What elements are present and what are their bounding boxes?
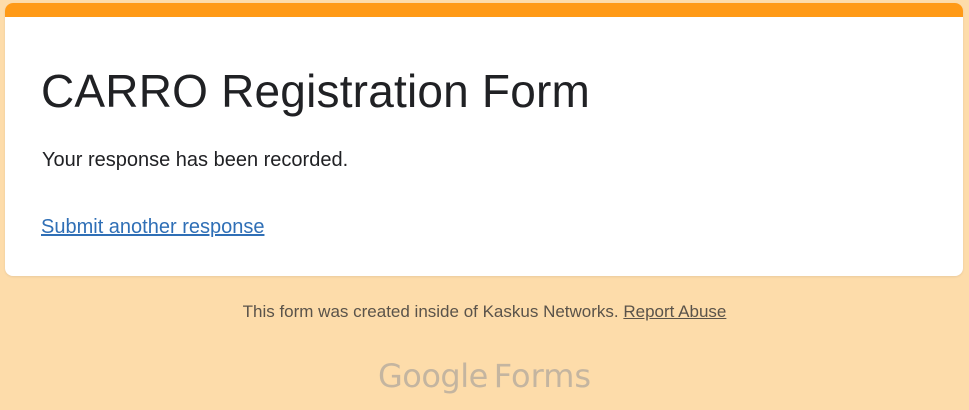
brand-google-text: Google — [377, 357, 488, 395]
brand-forms-text: Forms — [493, 357, 592, 395]
footer-note-text: This form was created inside of Kaskus N… — [242, 302, 624, 321]
footer-note: This form was created inside of Kaskus N… — [0, 300, 969, 324]
response-card: CARRO Registration Form Your response ha… — [5, 3, 963, 276]
confirmation-message: Your response has been recorded. — [42, 149, 349, 171]
google-forms-logo[interactable]: Google Forms — [0, 354, 969, 398]
form-title: CARRO Registration Form — [41, 65, 591, 117]
card-accent-bar — [5, 3, 963, 17]
submit-another-response-link[interactable]: Submit another response — [41, 214, 264, 240]
report-abuse-link[interactable]: Report Abuse — [623, 302, 726, 321]
